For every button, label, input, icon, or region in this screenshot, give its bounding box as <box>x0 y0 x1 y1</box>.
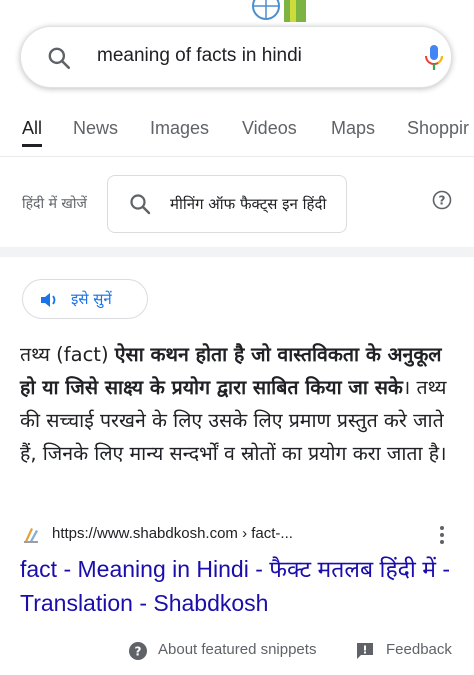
listen-button[interactable]: इसे सुनें <box>22 279 148 319</box>
snippet-plain-start: तथ्य (fact) <box>20 343 115 366</box>
hindi-search-label: हिंदी में खोजें <box>22 196 87 212</box>
tab-maps[interactable]: Maps <box>331 118 375 139</box>
feedback-icon <box>357 643 373 659</box>
listen-label: इसे सुनें <box>71 290 112 308</box>
svg-text:?: ? <box>439 194 446 208</box>
section-divider <box>0 247 474 257</box>
tab-images[interactable]: Images <box>150 118 209 139</box>
speaker-icon <box>41 293 56 307</box>
featured-snippet-text: तथ्य (fact) ऐसा कथन होता है जो वास्तविकत… <box>20 338 460 470</box>
doodle-image <box>252 0 306 22</box>
hindi-search-chip[interactable]: मीनिंग ऑफ फैक्ट्स इन हिंदी <box>107 175 347 233</box>
help-circle-icon: ? <box>129 642 147 660</box>
active-tab-indicator <box>22 144 42 147</box>
feedback-label: Feedback <box>386 641 452 658</box>
search-tabs: All News Images Videos Maps Shoppir <box>0 106 474 154</box>
tab-videos[interactable]: Videos <box>242 118 297 139</box>
snippet-footer: ? About featured snippets Feedback <box>0 636 474 666</box>
about-label: About featured snippets <box>158 641 317 658</box>
tab-shopping[interactable]: Shoppir <box>407 118 469 139</box>
tab-all[interactable]: All <box>22 118 42 139</box>
more-options-icon[interactable] <box>435 524 449 546</box>
result-title-link[interactable]: fact - Meaning in Hindi - फैक्ट मतलब हिं… <box>20 552 460 620</box>
source-url[interactable]: https://www.shabdkosh.com › fact-... <box>52 525 293 542</box>
help-icon[interactable]: ? <box>432 190 452 210</box>
tab-news[interactable]: News <box>73 118 118 139</box>
search-icon[interactable] <box>46 45 72 71</box>
result-source[interactable]: https://www.shabdkosh.com › fact-... <box>20 520 460 550</box>
search-icon <box>130 194 151 215</box>
hindi-search-query: मीनिंग ऑफ फैक्ट्स इन हिंदी <box>170 195 327 213</box>
site-favicon <box>24 528 38 543</box>
hindi-search-row: हिंदी में खोजें मीनिंग ऑफ फैक्ट्स इन हिं… <box>0 157 474 247</box>
microphone-icon[interactable] <box>423 43 445 73</box>
search-bar[interactable]: meaning of facts in hindi <box>20 26 452 88</box>
svg-text:?: ? <box>135 645 142 659</box>
search-input[interactable]: meaning of facts in hindi <box>97 45 302 67</box>
